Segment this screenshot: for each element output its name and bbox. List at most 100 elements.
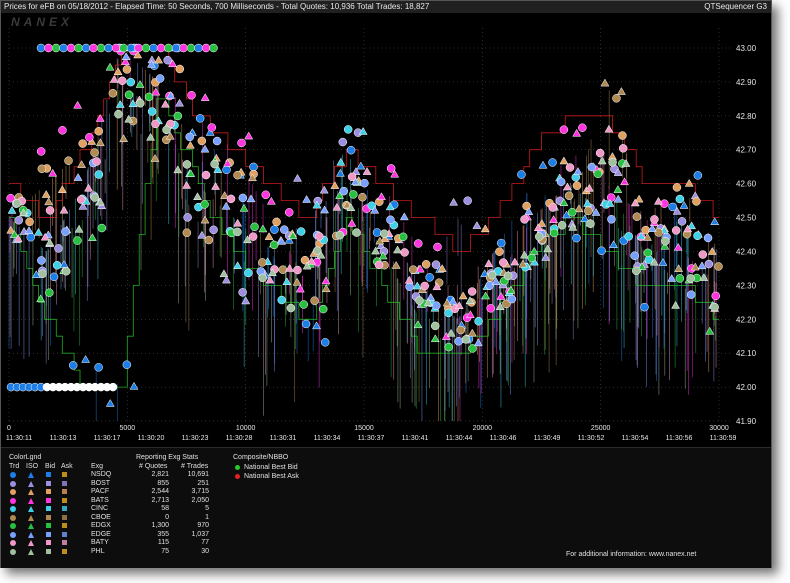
iso-triangle-icon xyxy=(28,523,34,529)
exchange-name: BATY xyxy=(91,539,109,546)
marker-nsdq xyxy=(222,165,231,175)
exchange-trades: 3,715 xyxy=(191,488,209,495)
ask-swatch xyxy=(62,506,67,511)
marker-phl xyxy=(210,159,219,169)
marker-bost xyxy=(238,288,247,297)
marker-nsdq xyxy=(249,162,258,172)
marker-band-high xyxy=(186,43,196,53)
marker-nsdq xyxy=(68,361,78,370)
x-time-tick-label: 11:30:49 xyxy=(534,435,561,442)
ask-swatch xyxy=(62,531,67,537)
y-tick-label: 42.50 xyxy=(736,214,757,223)
marker-pacf xyxy=(618,131,627,140)
marker-band-high xyxy=(179,43,188,53)
marker-phl xyxy=(586,219,595,229)
marker-edge xyxy=(587,162,597,172)
y-tick-label: 42.70 xyxy=(736,146,757,155)
marker-nsdq xyxy=(270,225,279,234)
bid-swatch xyxy=(46,523,51,528)
marker-bats xyxy=(711,291,721,301)
marker-cinc xyxy=(94,170,104,179)
marker-edgx xyxy=(45,288,54,297)
x-time-tick-label: 11:30:41 xyxy=(402,435,429,442)
marker-cinc xyxy=(52,261,62,270)
marker-edge xyxy=(155,74,165,83)
marker-band-high xyxy=(141,43,151,53)
ask-swatch xyxy=(62,523,67,528)
marker-baty xyxy=(650,215,659,224)
composite-label: National Best Ask xyxy=(244,473,299,480)
ask-swatch xyxy=(62,497,67,503)
marker-bost xyxy=(431,260,441,269)
marker-cboe xyxy=(612,94,621,103)
x-time-tick-label: 11:30:56 xyxy=(666,435,693,442)
marker-cboe xyxy=(714,262,723,271)
x-time-tick-label: 11:30:59 xyxy=(710,435,737,442)
marker-baty xyxy=(226,194,236,204)
marker-edge xyxy=(507,294,517,304)
marker-nsdq xyxy=(346,145,356,155)
marker-band-high xyxy=(156,43,166,53)
marker-pacf xyxy=(25,217,34,227)
marker-baty xyxy=(420,281,429,291)
marker-nsdq xyxy=(320,338,330,347)
exchange-trades: 251 xyxy=(197,479,209,487)
marker-band-high xyxy=(66,43,76,53)
trade-symbol-icon xyxy=(10,489,16,495)
marker-edge xyxy=(607,215,616,224)
marker-phl xyxy=(136,98,145,108)
marker-phl xyxy=(487,270,497,280)
marker-band-high xyxy=(51,43,61,53)
marker-band-high xyxy=(44,43,53,53)
marker-cboe xyxy=(64,156,73,165)
marker-pacf xyxy=(572,181,582,190)
iso-triangle-icon xyxy=(28,531,34,538)
marker-edge xyxy=(630,251,639,260)
marker-nsdq xyxy=(301,319,311,329)
x-count-tick-label: 10000 xyxy=(236,425,256,432)
marker-cboe xyxy=(258,258,267,267)
exchange-name: PHL xyxy=(91,547,105,555)
marker-edge xyxy=(37,256,46,265)
marker-pacf xyxy=(272,217,281,227)
marker-edgx xyxy=(527,253,536,263)
marker-pacf xyxy=(641,225,650,235)
marker-cinc xyxy=(693,231,702,241)
x-time-tick-label: 11:30:11 xyxy=(6,435,32,442)
marker-edgx xyxy=(593,169,603,179)
trade-symbol-icon xyxy=(10,548,16,555)
marker-edgx xyxy=(567,207,577,217)
trade-symbol-icon xyxy=(10,480,16,487)
exchange-name: EDGE xyxy=(91,530,111,538)
marker-cinc xyxy=(343,125,353,134)
marker-baty xyxy=(293,265,302,275)
trade-symbol-icon xyxy=(10,506,16,512)
trade-symbol-icon xyxy=(10,514,16,521)
y-tick-label: 42.80 xyxy=(736,112,757,121)
bid-swatch xyxy=(46,531,51,537)
marker-edge xyxy=(405,282,414,291)
marker-pacf xyxy=(495,247,504,256)
marker-edge xyxy=(432,301,441,310)
x-time-tick-label: 11:30:46 xyxy=(490,435,517,442)
marker-phl xyxy=(461,335,471,344)
exchange-name: EDGX xyxy=(91,522,111,529)
marker-phl xyxy=(608,158,617,167)
marker-nsdq xyxy=(425,273,434,282)
marker-pacf xyxy=(78,139,87,148)
marker-baty xyxy=(201,170,211,180)
marker-cboe xyxy=(182,228,192,238)
marker-edge xyxy=(360,178,369,188)
marker-edgx xyxy=(200,200,209,209)
marker-baty xyxy=(565,163,575,172)
marker-cinc xyxy=(277,295,286,305)
composite-label: National Best Bid xyxy=(244,464,298,471)
exchange-trades: 5 xyxy=(205,505,209,512)
x-time-tick-label: 11:30:44 xyxy=(446,435,473,442)
marker-bats xyxy=(85,133,94,142)
iso-triangle-icon xyxy=(28,472,34,478)
marker-phl xyxy=(661,236,670,246)
marker-phl xyxy=(415,296,424,305)
x-count-tick-label: 20000 xyxy=(473,425,493,432)
marker-phl xyxy=(632,266,641,276)
